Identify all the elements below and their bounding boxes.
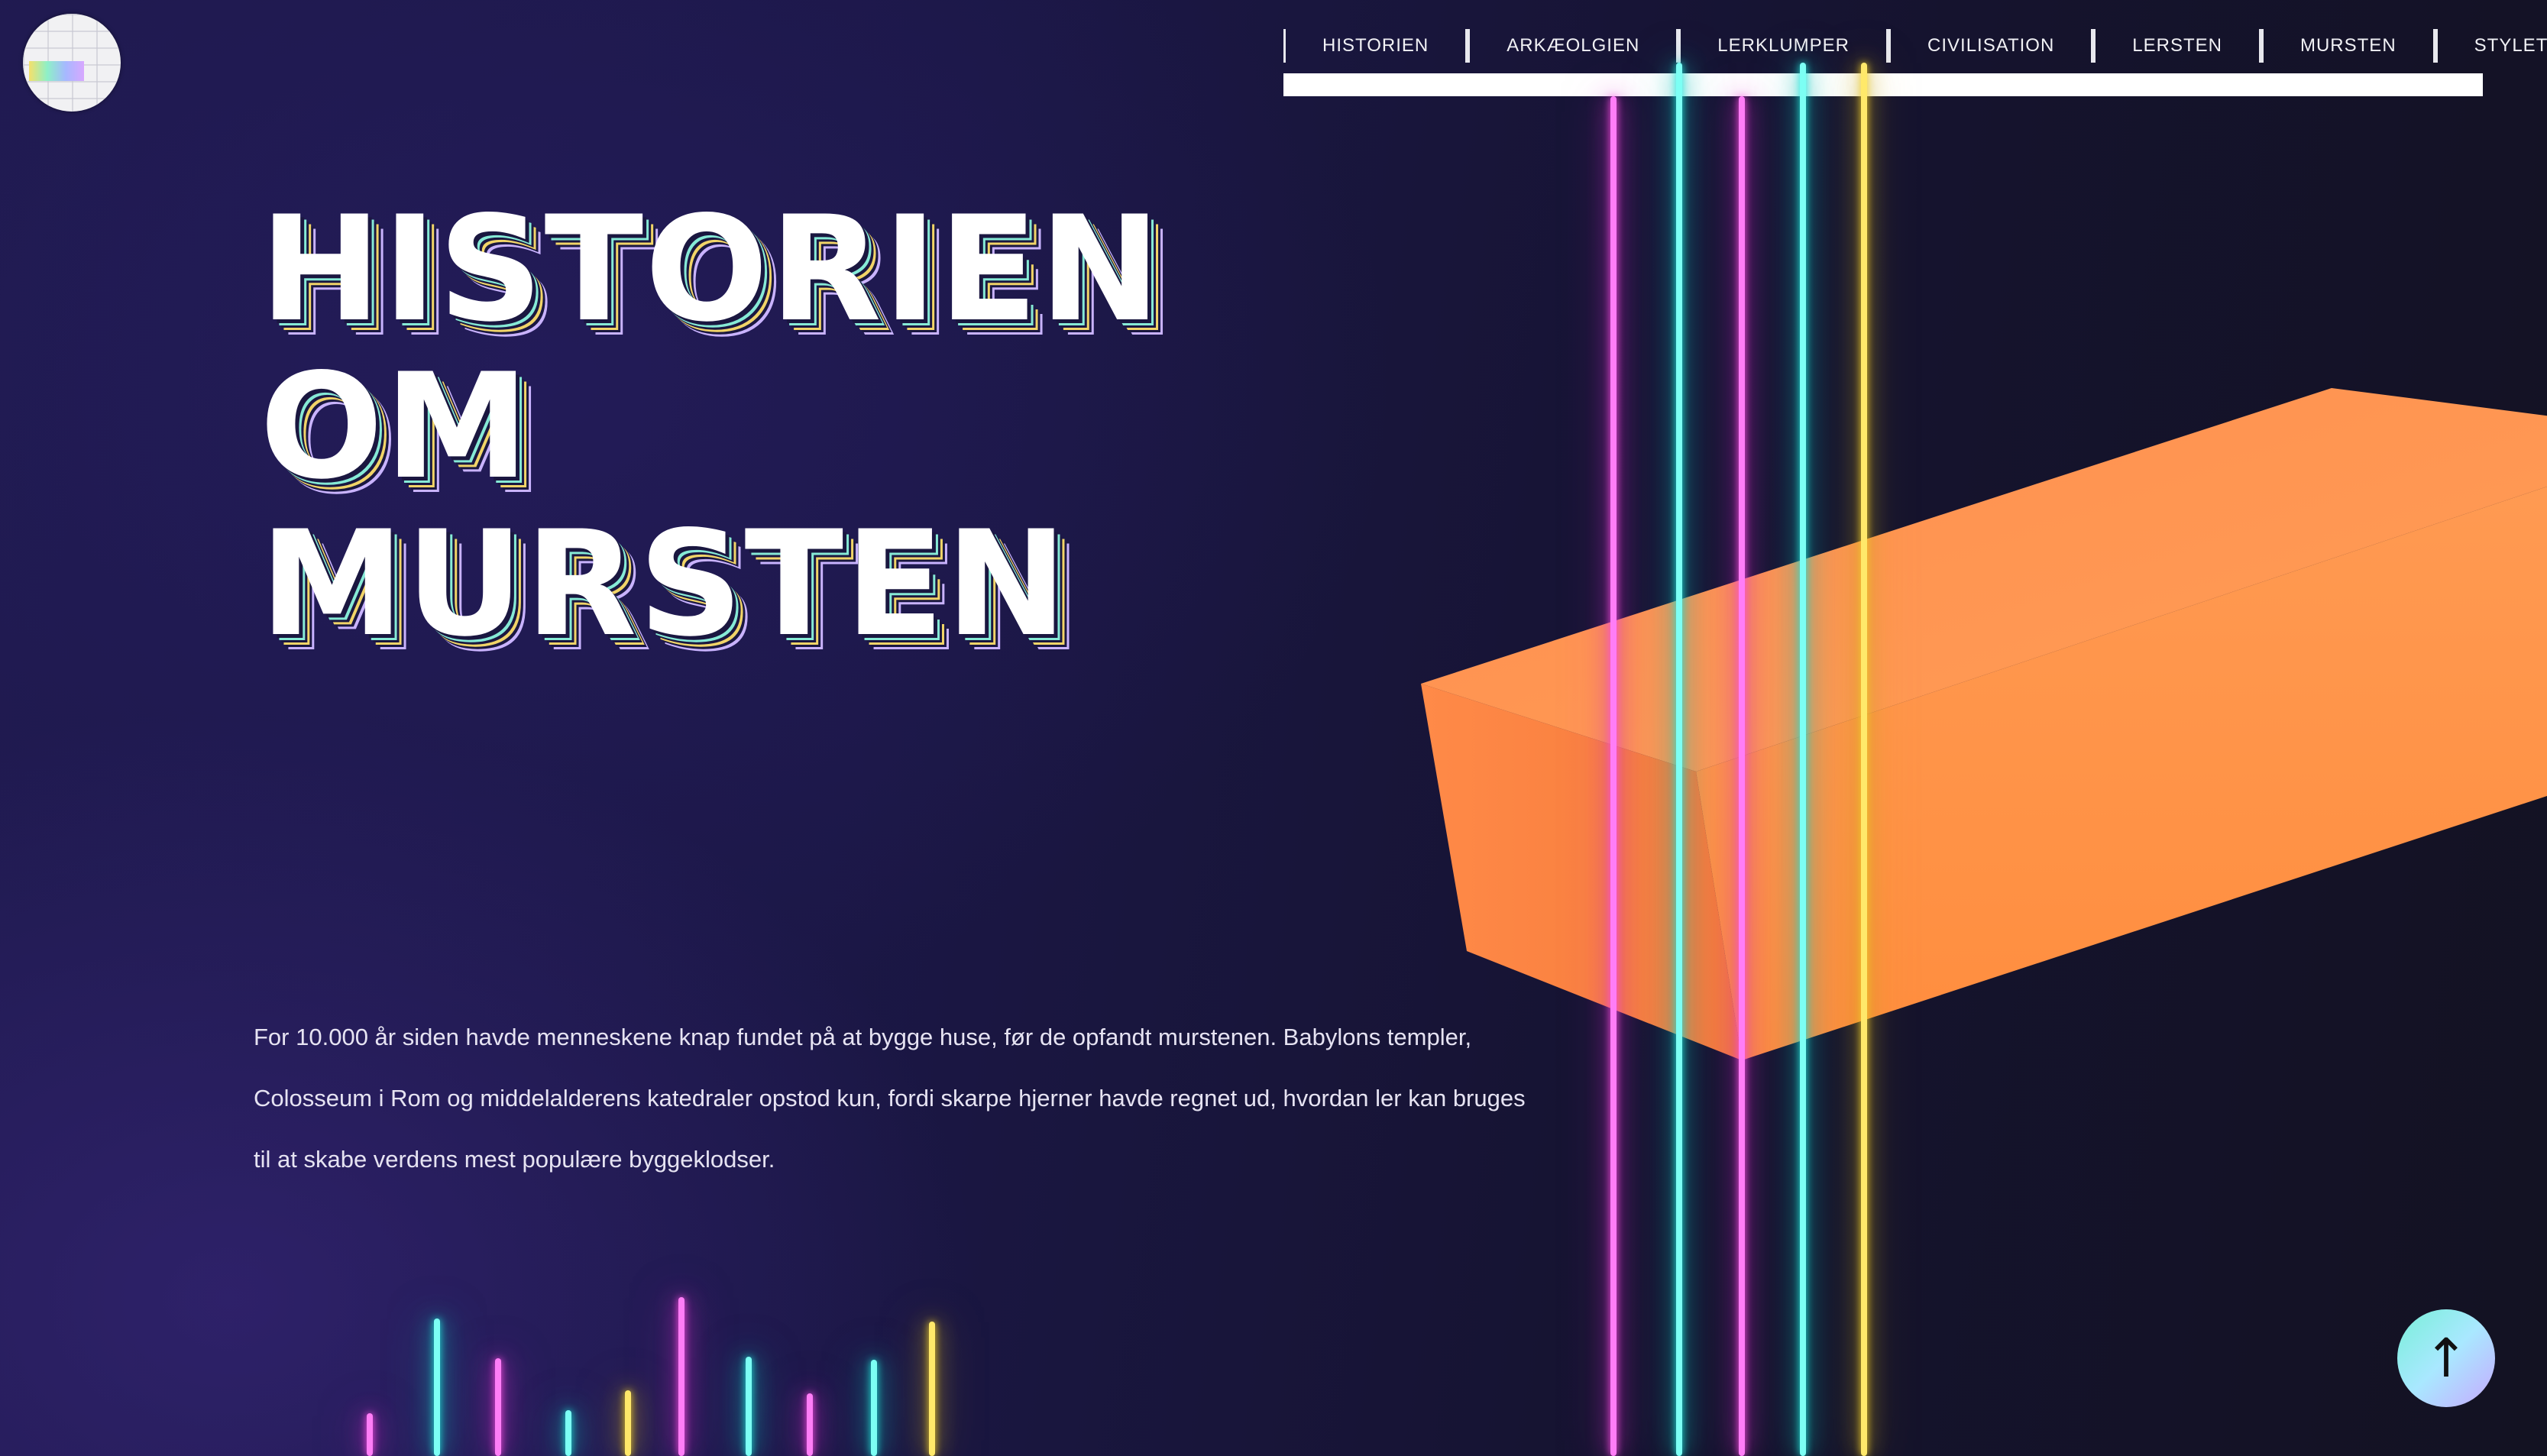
equalizer-bar bbox=[871, 1360, 877, 1456]
nav-item-civilisation[interactable]: CIVILISATION bbox=[1888, 29, 2094, 63]
nav-item-styletile[interactable]: STYLETILE bbox=[2435, 29, 2547, 63]
main-nav: HISTORIEN ARKÆOLGIEN LERKLUMPER CIVILISA… bbox=[1283, 29, 2547, 63]
equalizer-bar bbox=[495, 1358, 501, 1456]
page: HISTORIEN ARKÆOLGIEN LERKLUMPER CIVILISA… bbox=[0, 0, 2547, 1456]
nav-item-mursten[interactable]: MURSTEN bbox=[2261, 29, 2435, 63]
equalizer-bar bbox=[746, 1357, 752, 1456]
logo-gradient-bar bbox=[29, 61, 84, 81]
brick-illustration bbox=[1421, 388, 2547, 1060]
page-title: HISTORIEN OM MURSTEN bbox=[260, 191, 1162, 663]
nav-item-lersten[interactable]: LERSTEN bbox=[2093, 29, 2261, 63]
title-line-2: OM bbox=[260, 342, 531, 511]
equalizer-bar bbox=[929, 1322, 935, 1456]
arrow-up-icon: ↑ bbox=[2423, 1327, 2469, 1390]
equalizer-bar bbox=[565, 1410, 571, 1456]
equalizer-bar bbox=[678, 1297, 684, 1456]
nav-item-lerklumper[interactable]: LERKLUMPER bbox=[1678, 29, 1889, 63]
neon-tube-pink-2 bbox=[1739, 96, 1745, 1456]
neon-tube-cyan-1 bbox=[1676, 63, 1682, 1456]
title-line-3: MURSTEN bbox=[260, 500, 1069, 668]
title-line-1: HISTORIEN bbox=[260, 185, 1163, 354]
site-logo[interactable] bbox=[23, 14, 121, 112]
equalizer-bar bbox=[625, 1390, 631, 1456]
back-to-top-button[interactable]: ↑ bbox=[2397, 1309, 2495, 1407]
neon-tube-pink-1 bbox=[1610, 96, 1617, 1456]
equalizer-bar bbox=[434, 1318, 440, 1456]
equalizer-bar bbox=[807, 1393, 813, 1456]
nav-item-historien[interactable]: HISTORIEN bbox=[1283, 29, 1468, 63]
nav-underline bbox=[1283, 73, 2483, 96]
intro-paragraph: For 10.000 år siden havde menneskene kna… bbox=[254, 1024, 1526, 1173]
equalizer-bar bbox=[367, 1413, 373, 1456]
neon-tube-yellow-1 bbox=[1861, 63, 1867, 1456]
nav-item-arkaeologien[interactable]: ARKÆOLGIEN bbox=[1468, 29, 1679, 63]
neon-tube-cyan-2 bbox=[1800, 63, 1806, 1456]
